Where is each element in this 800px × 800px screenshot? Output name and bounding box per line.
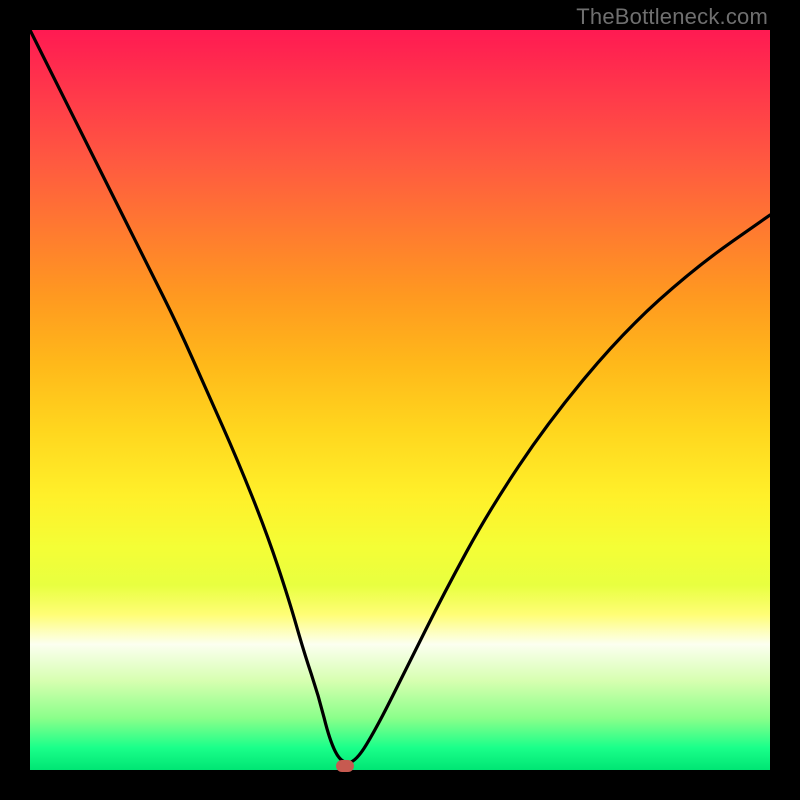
bottleneck-curve-path xyxy=(30,30,770,763)
minimum-marker xyxy=(336,760,354,772)
curve-svg xyxy=(30,30,770,770)
plot-area xyxy=(30,30,770,770)
chart-frame: TheBottleneck.com xyxy=(0,0,800,800)
watermark-text: TheBottleneck.com xyxy=(576,4,768,30)
